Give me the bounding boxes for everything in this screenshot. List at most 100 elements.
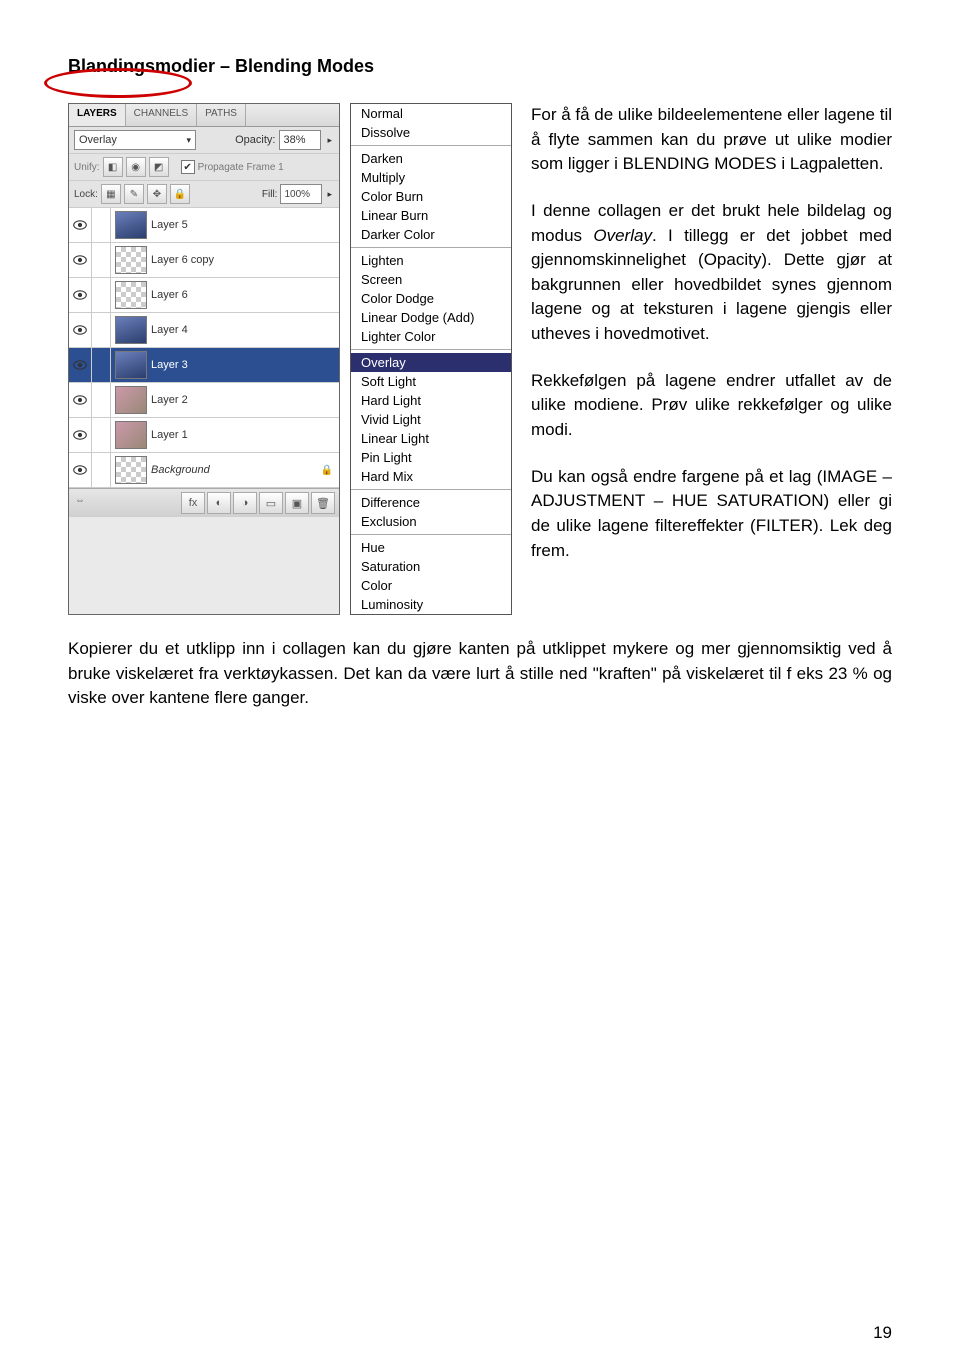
panel-tabs: LAYERS CHANNELS PATHS xyxy=(69,104,339,127)
blend-mode-option[interactable]: Luminosity xyxy=(351,595,511,614)
blend-mode-option[interactable]: Vivid Light xyxy=(351,410,511,429)
screenshots-column: LAYERS CHANNELS PATHS Overlay ▾ Opacity:… xyxy=(68,103,513,615)
layer-thumbnail xyxy=(115,316,147,344)
visibility-toggle[interactable] xyxy=(69,348,92,382)
blend-mode-option[interactable]: Color Burn xyxy=(351,187,511,206)
blend-mode-option[interactable]: Lighten xyxy=(351,251,511,270)
unify-label: Unify: xyxy=(74,162,100,173)
page-title: Blandingsmodier – Blending Modes xyxy=(68,56,892,77)
unify-style-icon[interactable]: ◩ xyxy=(149,157,169,177)
blend-mode-option[interactable]: Difference xyxy=(351,493,511,512)
lock-pixels-icon[interactable]: ✎ xyxy=(124,184,144,204)
lock-position-icon[interactable]: ✥ xyxy=(147,184,167,204)
paragraph: Du kan også endre fargene på et lag (IMA… xyxy=(531,465,892,564)
blend-mode-option[interactable]: Multiply xyxy=(351,168,511,187)
tab-layers[interactable]: LAYERS xyxy=(69,104,126,126)
trash-button[interactable]: 🗑 xyxy=(311,492,335,514)
adjustment-button[interactable]: ◑ xyxy=(233,492,257,514)
layer-row[interactable]: Layer 3 xyxy=(69,348,339,383)
fill-label: Fill: xyxy=(262,189,278,200)
layer-row[interactable]: Layer 6 xyxy=(69,278,339,313)
lock-row: Lock: ▦ ✎ ✥ 🔒 Fill: 100% ▸ xyxy=(69,181,339,208)
body-text-column: For å få de ulike bildeelementene eller … xyxy=(531,103,892,615)
layer-row[interactable]: Layer 6 copy xyxy=(69,243,339,278)
group-button[interactable]: ▭ xyxy=(259,492,283,514)
visibility-toggle[interactable] xyxy=(69,208,92,242)
blend-mode-option[interactable]: Darker Color xyxy=(351,225,511,244)
blend-mode-option[interactable]: Pin Light xyxy=(351,448,511,467)
opacity-value: 38% xyxy=(283,134,305,146)
link-cell xyxy=(92,348,111,382)
layer-row[interactable]: Layer 1 xyxy=(69,418,339,453)
layer-row[interactable]: Layer 2 xyxy=(69,383,339,418)
layer-row[interactable]: Layer 4 xyxy=(69,313,339,348)
menu-separator xyxy=(351,534,511,535)
blend-mode-option[interactable]: Color Dodge xyxy=(351,289,511,308)
blend-mode-option[interactable]: Dissolve xyxy=(351,123,511,142)
visibility-toggle[interactable] xyxy=(69,313,92,347)
lock-all-icon[interactable]: 🔒 xyxy=(170,184,190,204)
blend-mode-option[interactable]: Hue xyxy=(351,538,511,557)
link-icon[interactable]: ⇔ xyxy=(73,492,87,514)
fill-stepper[interactable]: ▸ xyxy=(325,189,334,200)
link-cell xyxy=(92,383,111,417)
lock-icon: 🔒 xyxy=(321,465,333,476)
blend-mode-option[interactable]: Normal xyxy=(351,104,511,123)
blend-mode-option[interactable]: Color xyxy=(351,576,511,595)
blend-mode-value: Overlay xyxy=(79,134,117,146)
blend-mode-option[interactable]: Saturation xyxy=(351,557,511,576)
layer-name: Layer 3 xyxy=(151,359,188,371)
blend-mode-option[interactable]: Hard Light xyxy=(351,391,511,410)
tab-paths[interactable]: PATHS xyxy=(197,104,246,126)
layer-name: Layer 2 xyxy=(151,394,188,406)
blend-mode-option[interactable]: Linear Light xyxy=(351,429,511,448)
paragraph: I denne collagen er det brukt hele bilde… xyxy=(531,199,892,347)
opacity-input[interactable]: 38% xyxy=(279,130,321,150)
blend-opacity-row: Overlay ▾ Opacity: 38% ▸ xyxy=(69,127,339,154)
blend-mode-menu[interactable]: NormalDissolveDarkenMultiplyColor BurnLi… xyxy=(350,103,512,615)
lock-transparency-icon[interactable]: ▦ xyxy=(101,184,121,204)
blend-mode-option[interactable]: Overlay xyxy=(351,353,511,372)
blend-mode-option[interactable]: Screen xyxy=(351,270,511,289)
visibility-toggle[interactable] xyxy=(69,418,92,452)
blend-mode-option[interactable]: Linear Burn xyxy=(351,206,511,225)
layer-thumbnail xyxy=(115,246,147,274)
blend-mode-option[interactable]: Exclusion xyxy=(351,512,511,531)
page: Blandingsmodier – Blending Modes LAYERS … xyxy=(0,0,960,1367)
layer-row[interactable]: Layer 5 xyxy=(69,208,339,243)
fill-value: 100% xyxy=(284,189,310,200)
visibility-toggle[interactable] xyxy=(69,453,92,487)
emphasis: Overlay xyxy=(593,226,652,245)
mask-button[interactable]: ◐ xyxy=(207,492,231,514)
link-cell xyxy=(92,278,111,312)
unify-row: Unify: ◧ ◉ ◩ Propagate Frame 1 xyxy=(69,154,339,181)
new-layer-button[interactable]: ▣ xyxy=(285,492,309,514)
content-columns: LAYERS CHANNELS PATHS Overlay ▾ Opacity:… xyxy=(68,103,892,615)
visibility-toggle[interactable] xyxy=(69,278,92,312)
visibility-toggle[interactable] xyxy=(69,243,92,277)
fx-button[interactable]: fx xyxy=(181,492,205,514)
layer-list: Layer 5 Layer 6 copyLayer 6Layer 4 Layer 3… xyxy=(69,208,339,488)
propagate-checkbox[interactable] xyxy=(181,160,195,174)
blend-mode-select[interactable]: Overlay ▾ xyxy=(74,130,196,150)
link-cell xyxy=(92,313,111,347)
visibility-toggle[interactable] xyxy=(69,383,92,417)
unify-visibility-icon[interactable]: ◉ xyxy=(126,157,146,177)
tab-channels[interactable]: CHANNELS xyxy=(126,104,197,126)
blend-mode-option[interactable]: Lighter Color xyxy=(351,327,511,346)
blend-mode-option[interactable]: Linear Dodge (Add) xyxy=(351,308,511,327)
layer-row[interactable]: Background🔒 xyxy=(69,453,339,488)
blend-mode-option[interactable]: Hard Mix xyxy=(351,467,511,486)
menu-separator xyxy=(351,489,511,490)
propagate-label: Propagate Frame 1 xyxy=(198,162,284,173)
blend-mode-option[interactable]: Soft Light xyxy=(351,372,511,391)
chevron-down-icon: ▾ xyxy=(186,135,191,146)
opacity-stepper[interactable]: ▸ xyxy=(325,135,334,146)
lock-label: Lock: xyxy=(74,189,98,200)
menu-separator xyxy=(351,145,511,146)
fill-input[interactable]: 100% xyxy=(280,184,322,204)
unify-position-icon[interactable]: ◧ xyxy=(103,157,123,177)
layer-name: Layer 1 xyxy=(151,429,188,441)
blend-mode-option[interactable]: Darken xyxy=(351,149,511,168)
layer-name: Layer 5 xyxy=(151,219,188,231)
